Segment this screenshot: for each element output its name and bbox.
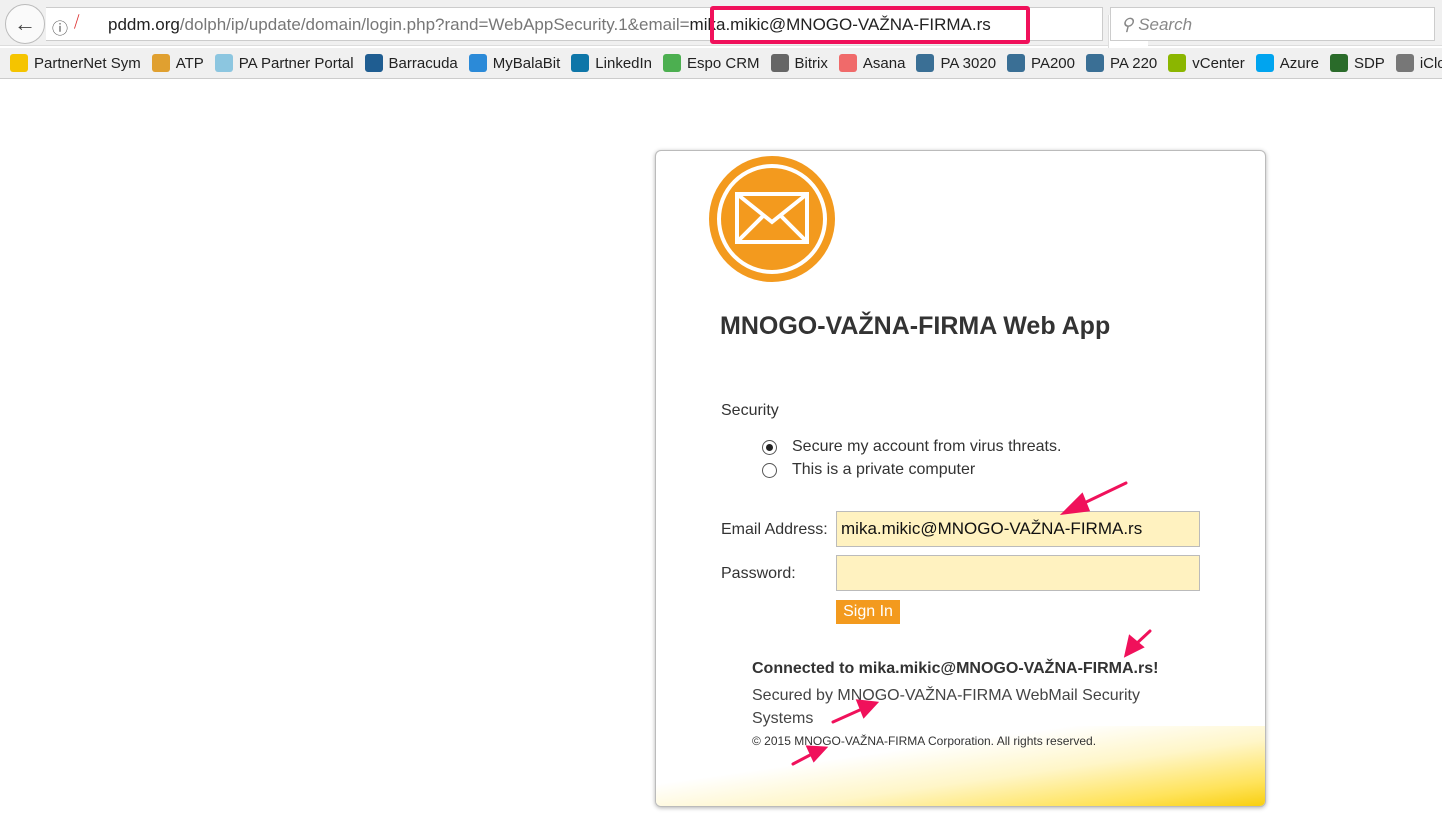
annotation-arrow (791, 752, 814, 766)
annotation-arrow (1078, 481, 1128, 507)
annotation-arrows (791, 481, 1152, 766)
annotation-arrowhead (1059, 492, 1091, 516)
annotation-arrowhead (855, 699, 880, 719)
annotation-arrowhead (805, 745, 829, 763)
annotation-arrow (831, 707, 864, 724)
